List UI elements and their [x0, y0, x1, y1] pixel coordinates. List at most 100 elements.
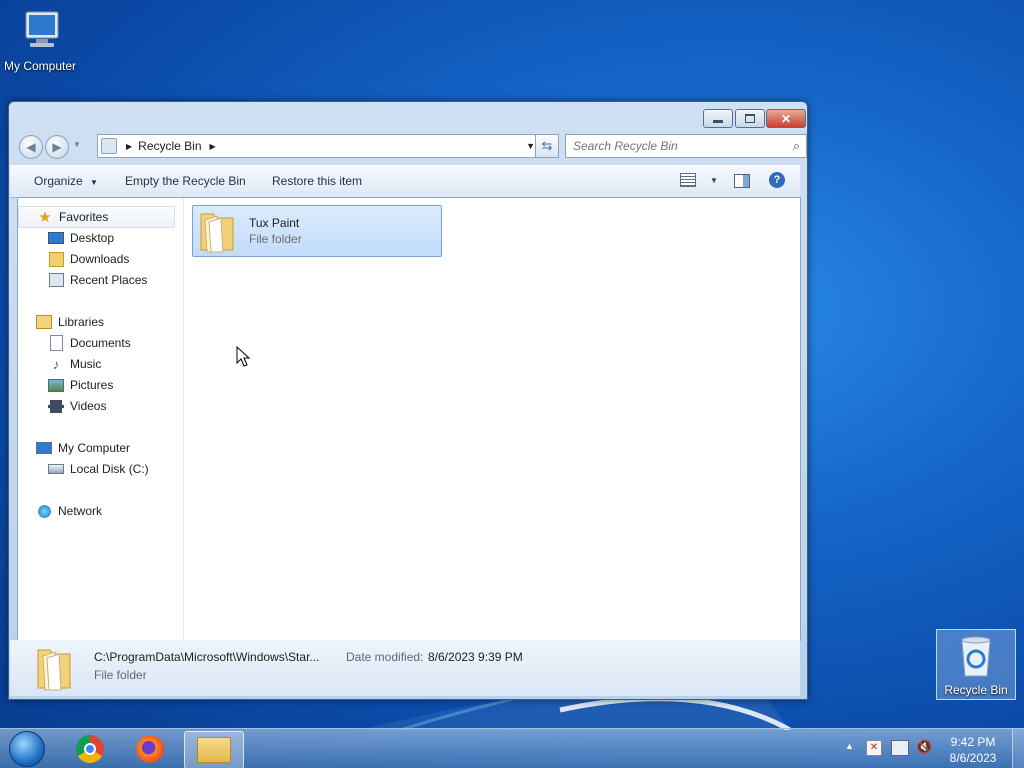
organize-button[interactable]: Organize ▼ [34, 174, 98, 188]
empty-recycle-bin-button[interactable]: Empty the Recycle Bin [125, 174, 246, 188]
network-icon [36, 503, 52, 519]
nav-downloads[interactable]: Downloads [48, 249, 129, 269]
documents-icon [48, 335, 64, 351]
network-tray-icon[interactable] [891, 740, 909, 756]
nav-label: Network [58, 504, 103, 518]
desktop-icon-label: Recycle Bin [944, 683, 1008, 697]
nav-recent-places[interactable]: Recent Places [48, 270, 147, 290]
navigation-pane: ★ Favorites Desktop Downloads Recent Pla… [18, 198, 184, 640]
recycle-bin-icon [961, 636, 991, 677]
refresh-button[interactable]: ⇆ [535, 134, 559, 158]
action-center-flag-icon[interactable]: ✕ [866, 740, 882, 756]
help-icon: ? [769, 172, 785, 188]
preview-pane-button[interactable] [734, 174, 750, 188]
nav-favorites[interactable]: ★ Favorites [18, 206, 175, 228]
taskbar-firefox[interactable] [122, 731, 178, 767]
minimize-icon [713, 120, 723, 123]
address-dropdown-icon[interactable]: ▼ [526, 141, 535, 151]
change-view-button[interactable]: ▼ [680, 173, 718, 187]
breadcrumb-separator-icon: ▶ [126, 141, 133, 151]
file-item[interactable]: Tux Paint File folder [192, 205, 442, 257]
show-hidden-icons-button[interactable]: ▲ [845, 741, 854, 751]
command-bar: Organize ▼ Empty the Recycle Bin Restore… [10, 165, 800, 198]
file-type: File folder [249, 232, 302, 246]
nav-label: Documents [70, 336, 131, 350]
nav-label: Music [70, 357, 102, 371]
view-details-icon [680, 173, 696, 187]
details-date-label: Date modified: [346, 650, 424, 664]
nav-label: Videos [70, 399, 107, 413]
search-box[interactable]: ⌕ [565, 134, 807, 158]
nav-label: Desktop [70, 231, 115, 245]
nav-label: Recent Places [70, 273, 148, 287]
mouse-cursor-icon [236, 346, 251, 367]
file-name: Tux Paint [249, 216, 300, 230]
start-button[interactable] [0, 731, 54, 767]
nav-label: Local Disk (C:) [70, 462, 149, 476]
details-date-value: 8/6/2023 9:39 PM [428, 650, 523, 664]
search-input[interactable] [566, 138, 793, 154]
nav-desktop[interactable]: Desktop [48, 228, 114, 248]
libraries-icon [36, 314, 52, 330]
folder-icon [37, 649, 71, 691]
recent-places-icon [48, 272, 64, 288]
explorer-folder-icon [197, 737, 231, 763]
nav-documents[interactable]: Documents [48, 333, 131, 353]
forward-button[interactable]: ▶ [45, 135, 69, 159]
taskbar-explorer[interactable] [184, 731, 244, 768]
preview-pane-icon [734, 174, 750, 188]
desktop-icon-my-computer[interactable]: My Computer [0, 8, 80, 73]
chrome-icon [76, 735, 104, 763]
pictures-icon [48, 377, 64, 393]
firefox-icon [136, 735, 164, 763]
nav-label: Libraries [58, 315, 105, 329]
windows-start-icon [9, 731, 45, 767]
nav-libraries[interactable]: Libraries [36, 312, 104, 332]
clock[interactable]: 9:42 PM 8/6/2023 [940, 734, 1006, 766]
maximize-button[interactable] [735, 109, 765, 128]
nav-label: Favorites [59, 210, 109, 224]
organize-label: Organize [34, 174, 83, 188]
folder-icon [200, 213, 234, 253]
breadcrumb-recycle-bin[interactable]: Recycle Bin [138, 139, 201, 153]
nav-local-disk[interactable]: Local Disk (C:) [48, 459, 149, 479]
star-icon: ★ [38, 209, 52, 226]
taskbar-chrome[interactable] [62, 731, 118, 767]
details-path: C:\ProgramData\Microsoft\Windows\Star... [94, 650, 320, 664]
help-button[interactable]: ? [769, 172, 785, 188]
close-button[interactable]: ✕ [766, 109, 806, 128]
nav-videos[interactable]: Videos [48, 396, 106, 416]
explorer-window: ✕ ◀ ▶ ▼ ▶ Recycle Bin ▶ ▼ ⇆ ⌕ Organize ▼ [8, 101, 808, 700]
nav-label: My Computer [58, 441, 131, 455]
clock-date: 8/6/2023 [949, 751, 997, 765]
title-bar[interactable]: ✕ [9, 102, 807, 130]
computer-icon [25, 11, 59, 47]
details-pane: C:\ProgramData\Microsoft\Windows\Star...… [10, 640, 800, 696]
desktop-icon-label: My Computer [3, 59, 77, 73]
show-desktop-button[interactable] [1012, 729, 1024, 768]
taskbar: ▲ ✕ 🔇 9:42 PM 8/6/2023 [0, 728, 1024, 768]
music-icon: ♪ [52, 356, 60, 372]
address-bar[interactable]: ▶ Recycle Bin ▶ ▼ [97, 134, 541, 158]
downloads-icon [48, 251, 64, 267]
breadcrumb-chevron-icon[interactable]: ▶ [210, 142, 216, 151]
chevron-down-icon: ▼ [90, 178, 98, 187]
nav-music[interactable]: ♪ Music [48, 354, 102, 374]
volume-muted-icon[interactable]: 🔇 [916, 739, 932, 755]
nav-network[interactable]: Network [36, 501, 102, 521]
navigation-bar: ◀ ▶ ▼ ▶ Recycle Bin ▶ ▼ ⇆ ⌕ [17, 134, 807, 159]
forward-arrow-icon: ▶ [52, 140, 62, 154]
restore-item-button[interactable]: Restore this item [272, 174, 362, 188]
desktop-icon-recycle-bin[interactable]: Recycle Bin [936, 629, 1016, 700]
details-type: File folder [94, 668, 147, 682]
back-button[interactable]: ◀ [19, 135, 43, 159]
chevron-down-icon: ▼ [710, 175, 718, 185]
minimize-button[interactable] [703, 109, 733, 128]
videos-icon [48, 398, 64, 414]
nav-my-computer[interactable]: My Computer [36, 438, 130, 458]
desktop-icon [48, 230, 64, 246]
content-area: ★ Favorites Desktop Downloads Recent Pla… [17, 197, 801, 641]
recent-pages-chevron-icon[interactable]: ▼ [73, 140, 81, 149]
search-icon[interactable]: ⌕ [793, 138, 800, 154]
nav-pictures[interactable]: Pictures [48, 375, 113, 395]
